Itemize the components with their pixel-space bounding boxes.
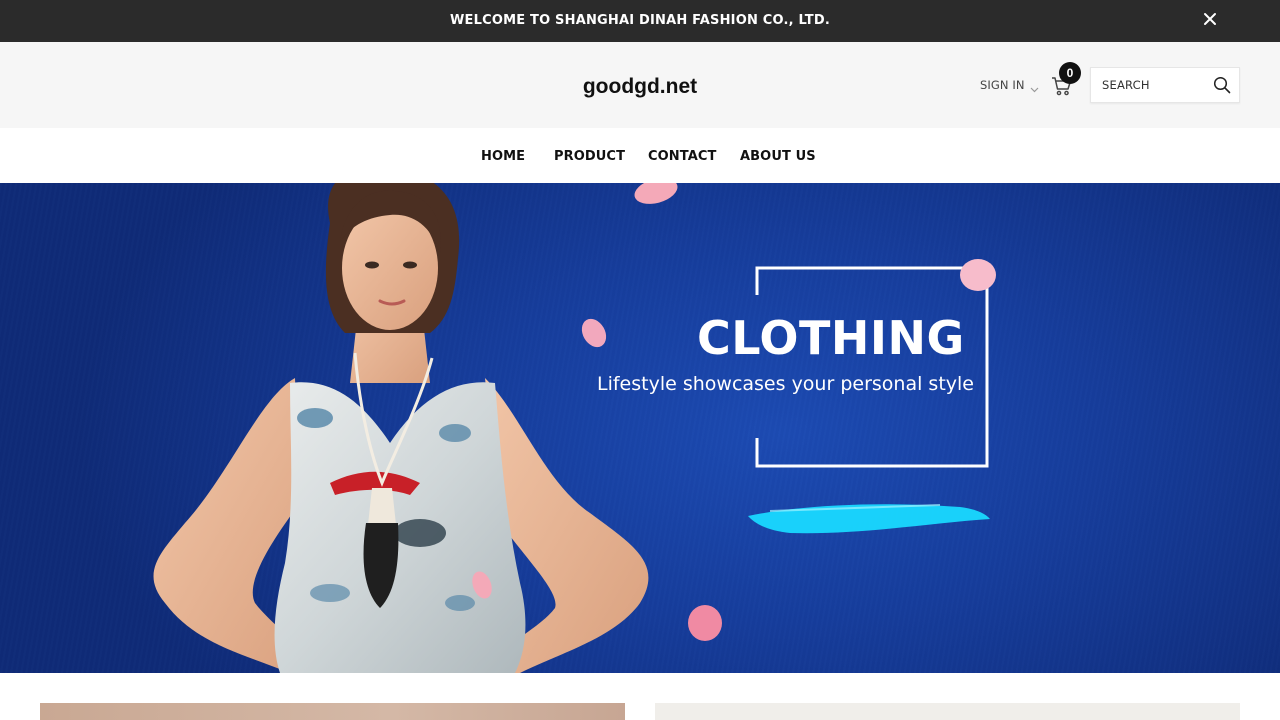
nav-item-home[interactable]: HOME bbox=[481, 149, 525, 164]
search-icon[interactable] bbox=[1213, 76, 1231, 94]
cart-count-badge: 0 bbox=[1059, 62, 1081, 84]
collection-card-left[interactable] bbox=[40, 703, 625, 720]
sign-in-label: SIGN IN bbox=[980, 78, 1025, 92]
nav-item-contact[interactable]: CONTACT bbox=[648, 149, 717, 164]
site-logo[interactable]: goodgd.net bbox=[0, 75, 1280, 99]
sign-in-link[interactable]: SIGN IN bbox=[980, 78, 1039, 93]
nav-item-product[interactable]: PRODUCT bbox=[554, 149, 625, 164]
hero-banner[interactable]: CLOTHING Lifestyle showcases your person… bbox=[0, 183, 1280, 673]
search-box bbox=[1090, 67, 1240, 103]
nav-item-about-us[interactable]: ABOUT US bbox=[740, 149, 816, 164]
chevron-down-icon bbox=[1030, 82, 1039, 93]
close-icon[interactable] bbox=[1200, 9, 1220, 29]
announcement-text: WELCOME TO SHANGHAI DINAH FASHION CO., L… bbox=[449, 13, 831, 28]
site-header: goodgd.net SIGN IN 0 bbox=[0, 42, 1280, 128]
hero-title: CLOTHING bbox=[697, 311, 965, 365]
collection-card-right[interactable] bbox=[655, 703, 1240, 720]
hero-subtitle: Lifestyle showcases your personal style bbox=[597, 373, 974, 395]
announcement-bar: WELCOME TO SHANGHAI DINAH FASHION CO., L… bbox=[0, 0, 1280, 42]
hero-model-image bbox=[153, 183, 649, 673]
search-input[interactable] bbox=[1091, 68, 1209, 102]
main-nav: HOME PRODUCT CONTACT ABOUT US bbox=[0, 128, 1280, 183]
